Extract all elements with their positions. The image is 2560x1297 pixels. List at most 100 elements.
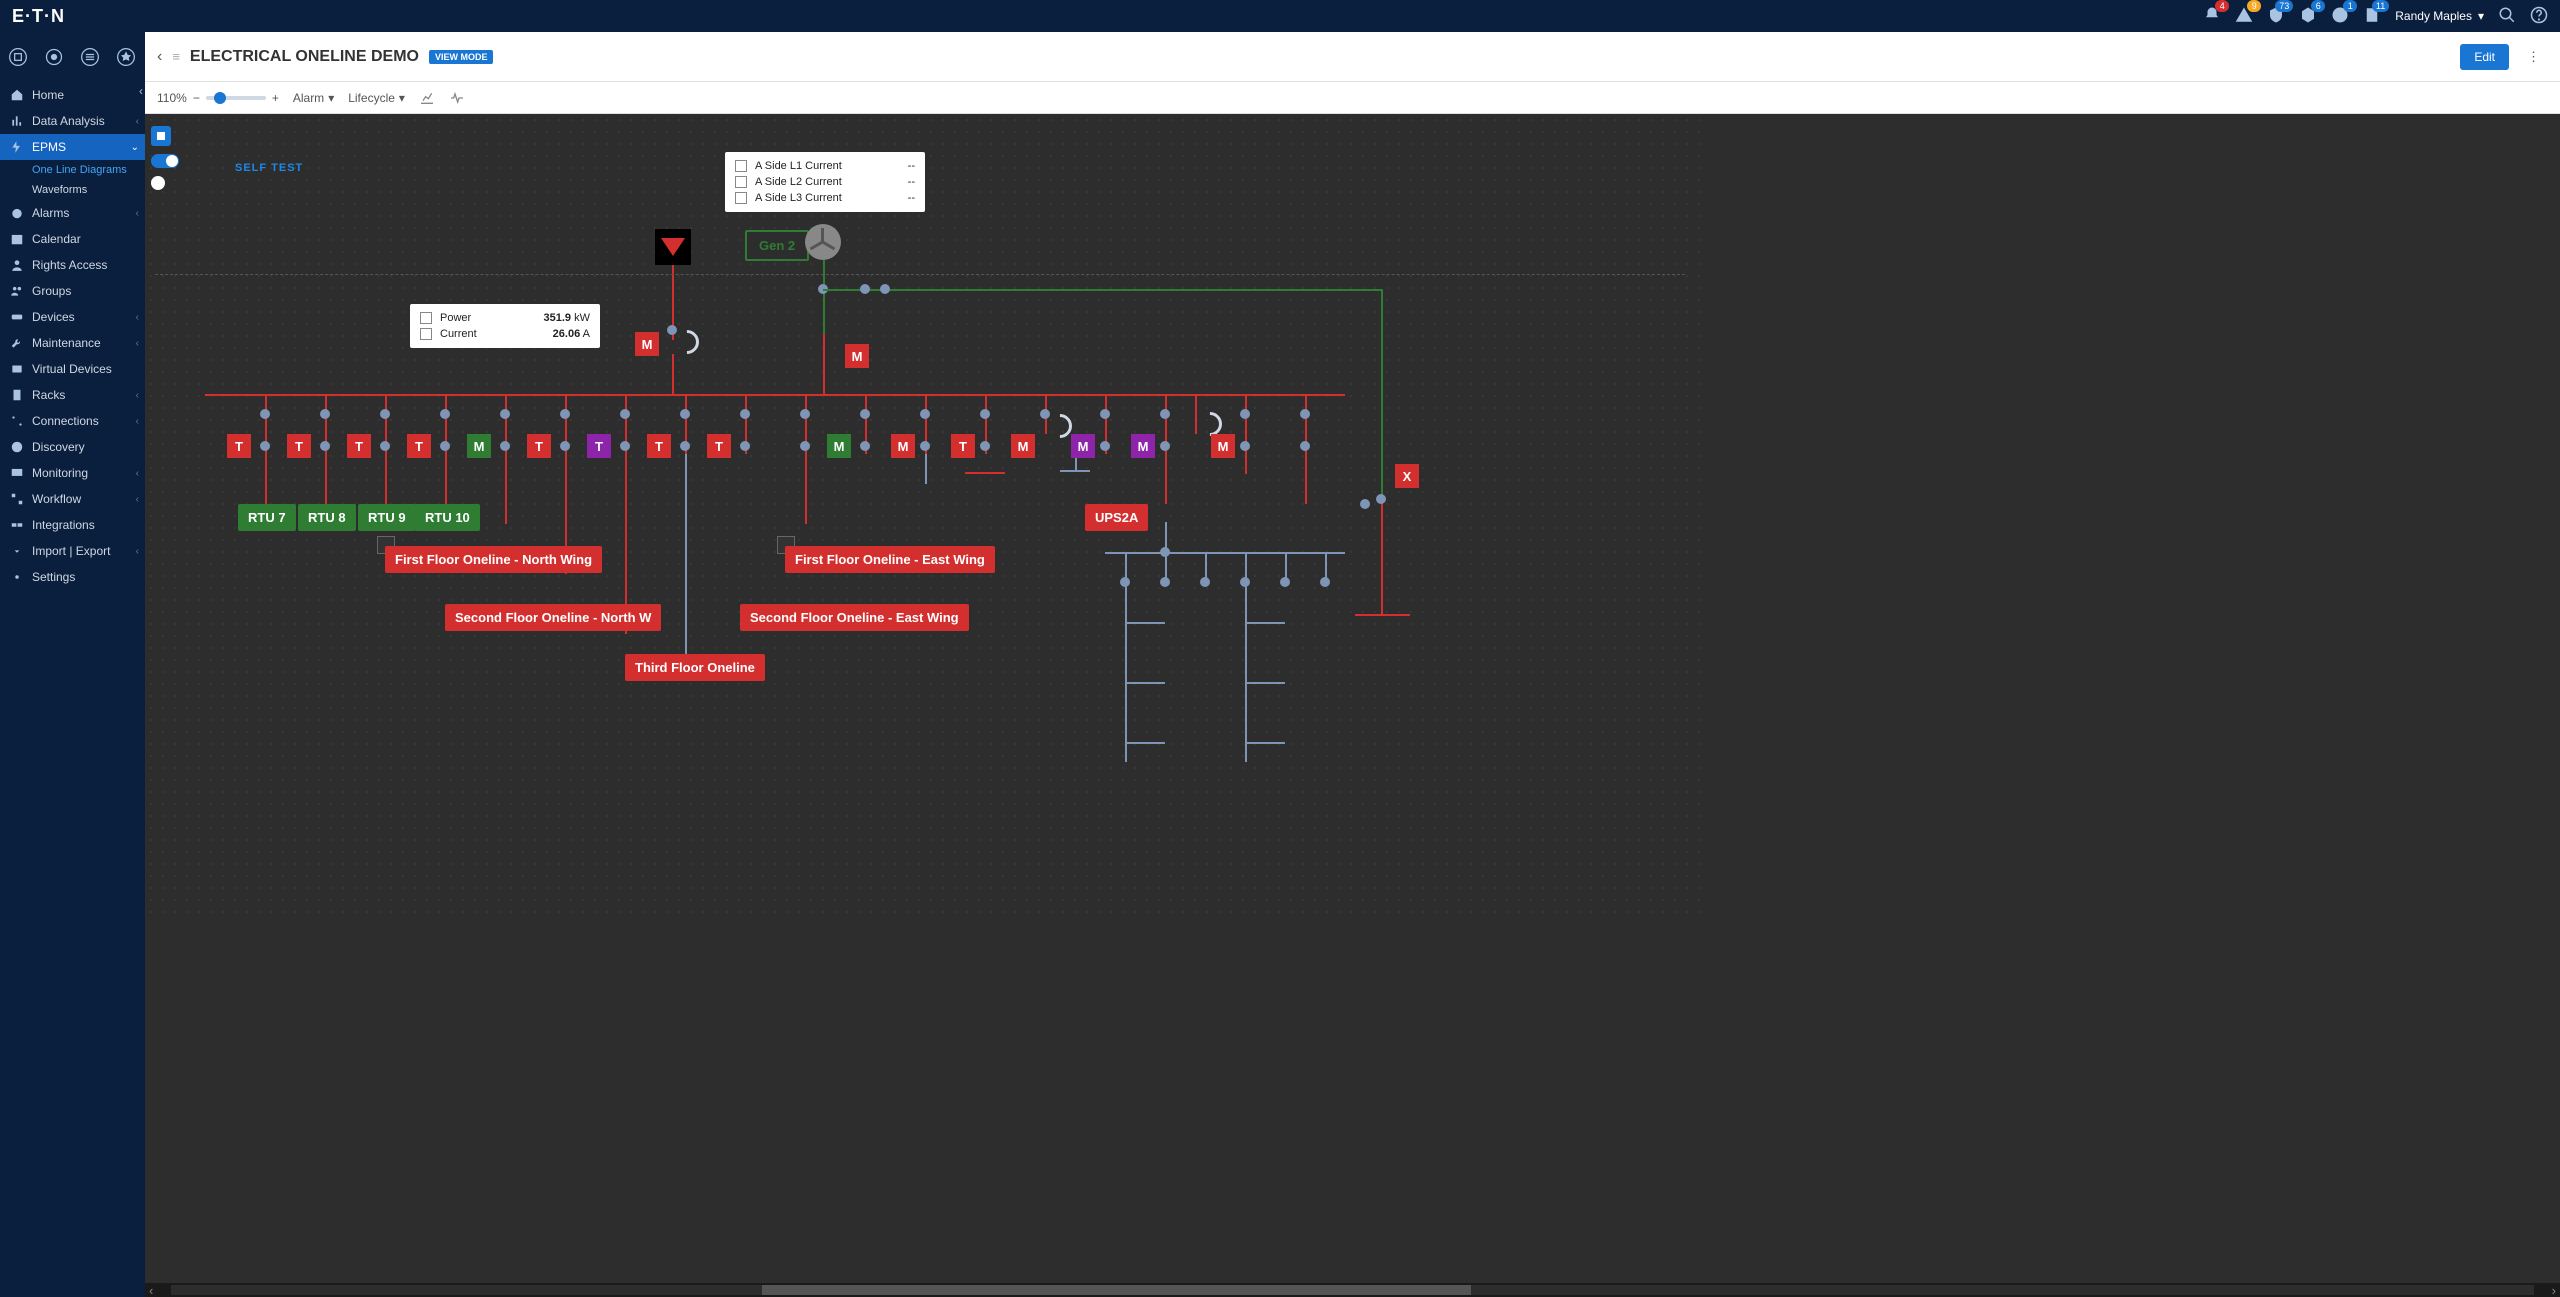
generator-icon[interactable] [805, 224, 841, 260]
canvas-toggle[interactable] [151, 154, 179, 168]
nav-maintenance[interactable]: Maintenance‹ [0, 330, 145, 356]
rtu-label[interactable]: RTU 10 [415, 504, 480, 531]
zoom-control: 110% − + [157, 91, 279, 105]
target-icon[interactable] [36, 39, 72, 75]
shield-icon[interactable]: 73 [2267, 6, 2285, 27]
warning-icon[interactable]: 9 [2235, 6, 2253, 27]
zoom-slider[interactable] [206, 96, 266, 100]
bell-icon[interactable]: 4 [2203, 6, 2221, 27]
meter-box[interactable]: M [827, 434, 851, 458]
bus-node [440, 441, 450, 451]
bus-node [800, 441, 810, 451]
transformer-box[interactable]: T [587, 434, 611, 458]
edit-button[interactable]: Edit [2460, 44, 2509, 70]
meter-box[interactable]: M [845, 344, 869, 368]
nav-waveforms[interactable]: Waveforms [24, 180, 145, 200]
checkbox[interactable] [735, 192, 747, 204]
checkbox[interactable] [420, 312, 432, 324]
grid-icon[interactable] [0, 39, 36, 75]
transformer-box[interactable]: T [647, 434, 671, 458]
meter-box[interactable]: M [1131, 434, 1155, 458]
meter-box[interactable]: M [1071, 434, 1095, 458]
nav-workflow[interactable]: Workflow‹ [0, 486, 145, 512]
dist-line [1125, 622, 1165, 624]
nav-import-export[interactable]: Import | Export‹ [0, 538, 145, 564]
lifecycle-dropdown[interactable]: Lifecycle▾ [348, 91, 405, 105]
nav-virtual-devices[interactable]: Virtual Devices [0, 356, 145, 382]
star-icon[interactable] [108, 39, 144, 75]
nav-monitoring[interactable]: Monitoring‹ [0, 460, 145, 486]
nav-integrations[interactable]: Integrations [0, 512, 145, 538]
horizontal-scrollbar[interactable]: ‹ › [145, 1283, 2560, 1297]
nav-epms[interactable]: EPMS⌄ [0, 134, 145, 160]
user-menu[interactable]: Randy Maples▾ [2395, 9, 2484, 23]
rtu-label[interactable]: RTU 7 [238, 504, 296, 531]
back-icon[interactable]: ‹ [157, 48, 162, 66]
chart-icon[interactable] [419, 90, 435, 106]
bus-node [1160, 441, 1170, 451]
pulse-icon[interactable] [449, 90, 465, 106]
rtu-label[interactable]: RTU 9 [358, 504, 416, 531]
page-icon[interactable]: 11 [2363, 6, 2381, 27]
transformer-box[interactable]: T [347, 434, 371, 458]
floor-label[interactable]: Second Floor Oneline - East Wing [740, 604, 969, 631]
meter-box[interactable]: M [1211, 434, 1235, 458]
bus-node [1100, 409, 1110, 419]
search-icon[interactable] [2498, 6, 2516, 27]
ups-label[interactable]: UPS2A [1085, 504, 1148, 531]
transformer-box[interactable]: T [227, 434, 251, 458]
list-icon[interactable] [72, 39, 108, 75]
meter-box[interactable]: M [635, 332, 659, 356]
nav-data-analysis[interactable]: Data Analysis‹ [0, 108, 145, 134]
canvas-dot[interactable] [151, 176, 165, 190]
feeder [925, 454, 927, 484]
nav-devices[interactable]: Devices‹ [0, 304, 145, 330]
nav-discovery[interactable]: Discovery [0, 434, 145, 460]
nav-groups[interactable]: Groups [0, 278, 145, 304]
utility-source-icon[interactable] [655, 229, 691, 265]
floor-label[interactable]: First Floor Oneline - North Wing [385, 546, 602, 573]
checkbox[interactable] [735, 176, 747, 188]
layer-toggle-icon[interactable] [151, 126, 171, 146]
more-icon[interactable]: ⋮ [2519, 49, 2548, 65]
nav-alarms[interactable]: Alarms‹ [0, 200, 145, 226]
gen2-label[interactable]: Gen 2 [745, 230, 809, 261]
nav-racks[interactable]: Racks‹ [0, 382, 145, 408]
rtu-label[interactable]: RTU 8 [298, 504, 356, 531]
oneline-canvas[interactable]: SELF TEST A Side L1 Current-- A Side L2 … [145, 114, 1705, 914]
meter-box[interactable]: M [467, 434, 491, 458]
nav-one-line-diagrams[interactable]: One Line Diagrams [24, 160, 145, 180]
nav-home[interactable]: Home [0, 82, 145, 108]
bus-node [500, 409, 510, 419]
transformer-box[interactable]: T [951, 434, 975, 458]
meter-box[interactable]: M [1011, 434, 1035, 458]
feeder [685, 454, 687, 654]
floor-label[interactable]: Second Floor Oneline - North W [445, 604, 661, 631]
meter-box[interactable]: M [891, 434, 915, 458]
help-icon[interactable] [2530, 6, 2548, 27]
bus-node [1320, 577, 1330, 587]
x-box[interactable]: X [1395, 464, 1419, 488]
canvas-wrap[interactable]: SELF TEST A Side L1 Current-- A Side L2 … [145, 114, 2560, 1297]
nav-connections[interactable]: Connections‹ [0, 408, 145, 434]
transformer-box[interactable]: T [407, 434, 431, 458]
top-bar: E·T·N 4 9 73 6 1 11 Randy Maples▾ [0, 0, 2560, 32]
transformer-box[interactable]: T [527, 434, 551, 458]
page-header: ‹ ≡ ELECTRICAL ONELINE DEMO VIEW MODE Ed… [145, 32, 2560, 82]
nav-rights-access[interactable]: Rights Access [0, 252, 145, 278]
checkbox[interactable] [735, 160, 747, 172]
zoom-out-icon[interactable]: − [193, 91, 200, 105]
checkbox[interactable] [420, 328, 432, 340]
alarm-dropdown[interactable]: Alarm▾ [293, 91, 334, 105]
nav-calendar[interactable]: Calendar [0, 226, 145, 252]
floor-label[interactable]: Third Floor Oneline [625, 654, 765, 681]
bus-node [880, 284, 890, 294]
nav-settings[interactable]: Settings [0, 564, 145, 590]
hamburger-icon[interactable]: ≡ [172, 49, 180, 64]
transformer-box[interactable]: T [707, 434, 731, 458]
info-icon[interactable]: 1 [2331, 6, 2349, 27]
hex-icon[interactable]: 6 [2299, 6, 2317, 27]
transformer-box[interactable]: T [287, 434, 311, 458]
floor-label[interactable]: First Floor Oneline - East Wing [785, 546, 995, 573]
zoom-in-icon[interactable]: + [272, 91, 279, 105]
